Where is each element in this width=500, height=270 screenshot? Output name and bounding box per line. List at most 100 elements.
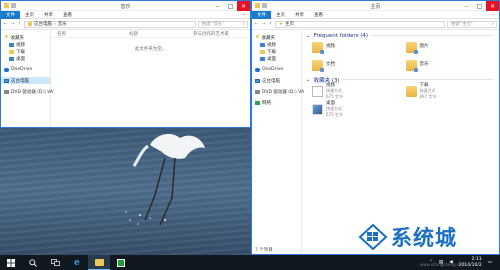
nav-item-downloads[interactable]: 下载 <box>1 48 50 55</box>
tab-view[interactable]: 查看 <box>58 11 77 19</box>
network-icon <box>255 100 260 105</box>
search-input[interactable]: 搜索"主页" ⌕ <box>447 20 497 28</box>
title-bar[interactable]: 音乐 – □ ✕ <box>1 1 250 11</box>
nav-item-label: OneDrive <box>262 67 284 72</box>
explorer-window-music[interactable]: 音乐 – □ ✕ 文件 主页 共享 查看 ⌄ ← → ↑ 这台电脑 › 音乐 搜… <box>0 0 251 128</box>
windows-logo-icon <box>7 258 15 267</box>
watermark-url: www.xitongcheng.com <box>420 262 466 267</box>
tab-share[interactable]: 共享 <box>39 11 58 19</box>
nav-item-label: 下载 <box>267 49 276 55</box>
nav-item-this-pc[interactable]: 这台电脑 <box>1 77 50 84</box>
favorite-tile-downloads[interactable]: 下载 快速方式 897 字节 <box>405 83 500 99</box>
folder-tile-videos[interactable]: 视频 <box>312 40 406 54</box>
up-arrow-icon[interactable]: ↑ <box>268 21 273 27</box>
start-button[interactable] <box>0 255 22 270</box>
back-arrow-icon[interactable]: ← <box>254 21 259 27</box>
music-folder-icon <box>405 59 418 72</box>
tab-view[interactable]: 查看 <box>309 11 328 19</box>
folder-tile-documents[interactable]: 文档 <box>312 58 406 72</box>
chevron-down-icon[interactable]: ⌄ <box>491 12 499 17</box>
maximize-button[interactable]: □ <box>224 1 237 11</box>
ie-taskbar-button[interactable]: e <box>66 255 88 270</box>
minimize-button[interactable]: – <box>211 1 224 11</box>
search-input[interactable]: 搜索"音乐" ⌕ <box>198 20 248 28</box>
tile-name: 图片 <box>419 44 429 50</box>
frequent-folders-header[interactable]: ⌄ Frequent folders (4) <box>302 31 499 40</box>
home-content[interactable]: ⌄ Frequent folders (4) 视频 图片 文档 音乐 ⌄ 收藏夹… <box>302 31 499 254</box>
desktop-folder-icon <box>9 56 14 61</box>
nav-item-desktop[interactable]: 桌面 <box>252 55 301 62</box>
navigation-pane: ★ 收藏夹 视频 下载 桌面 OneDrive 这台电脑 DVD 驱动器 (D:… <box>252 31 305 254</box>
column-artist[interactable]: 参与创作的艺术家 <box>187 31 229 37</box>
desktop-shortcut-icon <box>312 103 323 115</box>
breadcrumb-music[interactable]: 音乐 <box>58 21 67 27</box>
explorer-window-home[interactable]: 主页 – □ ✕ 文件 主页 共享 查看 ⌄ ← → ↑ ★ 主页 搜索"主页"… <box>251 0 500 255</box>
nav-item-onedrive[interactable]: OneDrive <box>1 66 50 73</box>
nav-item-label: 下载 <box>16 49 25 55</box>
nav-item-label: 桌面 <box>16 56 25 62</box>
nav-item-label: 这台电脑 <box>262 78 280 84</box>
star-icon: ★ <box>279 21 284 27</box>
ribbon-tabs: 文件 主页 共享 查看 ⌄ <box>252 10 499 19</box>
watermark: 系统城 <box>358 222 457 252</box>
task-view-button[interactable] <box>44 255 66 270</box>
nav-item-downloads[interactable]: 下载 <box>252 48 301 55</box>
tab-share[interactable]: 共享 <box>290 11 309 19</box>
tile-name: 视频 <box>326 44 335 50</box>
tile-size: 675 字节 <box>326 93 343 99</box>
forward-arrow-icon[interactable]: → <box>10 21 15 27</box>
file-list[interactable]: 名称 标题 参与创作的艺术家 此文件夹为空。 <box>51 31 250 127</box>
download-shortcut-icon <box>405 85 417 97</box>
store-icon <box>117 258 125 267</box>
nav-item-onedrive[interactable]: OneDrive <box>252 66 301 73</box>
nav-item-dvd-drive[interactable]: DVD 驱动器 (D:) VA <box>1 88 54 95</box>
video-folder-icon <box>312 41 324 54</box>
nav-item-favorites[interactable]: ★ 收藏夹 <box>252 34 301 41</box>
forward-arrow-icon[interactable]: → <box>261 21 266 27</box>
tab-home[interactable]: 主页 <box>20 11 39 19</box>
favorite-tile-desktop[interactable]: 桌面 快速方式 675 字节 <box>312 101 406 117</box>
close-button[interactable]: ✕ <box>486 1 499 11</box>
cloud-icon <box>255 67 260 72</box>
title-bar[interactable]: 主页 – □ ✕ <box>252 1 499 11</box>
star-icon: ★ <box>255 34 260 40</box>
tab-file[interactable]: 文件 <box>252 10 271 19</box>
computer-icon <box>4 78 9 83</box>
close-button[interactable]: ✕ <box>237 1 250 11</box>
search-icon: ⌕ <box>491 22 494 27</box>
column-title[interactable]: 标题 <box>123 31 187 37</box>
nav-item-videos[interactable]: 视频 <box>252 41 301 48</box>
chevron-down-icon: ⌄ <box>306 32 311 39</box>
nav-item-dvd-drive[interactable]: DVD 驱动器 (D:) VA <box>252 88 305 95</box>
nav-item-label: DVD 驱动器 (D:) VA <box>262 89 305 95</box>
minimize-button[interactable]: – <box>460 1 473 11</box>
navigation-pane: ★ 收藏夹 视频 下载 桌面 OneDrive 这台电脑 DVD 驱动器 (D:… <box>1 31 54 127</box>
breadcrumb-home[interactable]: 主页 <box>285 21 294 27</box>
nav-item-label: DVD 驱动器 (D:) VA <box>11 89 54 95</box>
search-button[interactable] <box>22 255 44 270</box>
up-arrow-icon[interactable]: ↑ <box>17 21 22 27</box>
nav-item-label: 视频 <box>16 42 25 48</box>
download-folder-icon <box>9 49 14 54</box>
store-taskbar-button[interactable] <box>110 255 132 270</box>
nav-item-favorites[interactable]: ★ 收藏夹 <box>1 34 50 41</box>
folder-tile-music[interactable]: 音乐 <box>405 58 500 72</box>
back-arrow-icon[interactable]: ← <box>3 21 8 27</box>
address-input[interactable]: 这台电脑 › 音乐 <box>24 20 196 28</box>
nav-item-desktop[interactable]: 桌面 <box>1 55 50 62</box>
tab-file[interactable]: 文件 <box>1 10 20 19</box>
nav-item-videos[interactable]: 视频 <box>1 41 50 48</box>
column-headers: 名称 标题 参与创作的艺术家 <box>51 31 250 38</box>
folder-tile-pictures[interactable]: 图片 <box>405 40 500 54</box>
nav-item-network[interactable]: 网络 <box>252 99 301 106</box>
nav-item-this-pc[interactable]: 这台电脑 <box>252 77 301 84</box>
column-name[interactable]: 名称 <box>51 31 109 37</box>
explorer-taskbar-button[interactable] <box>88 255 110 270</box>
breadcrumb-this-pc[interactable]: 这台电脑 <box>34 21 52 27</box>
tab-home[interactable]: 主页 <box>271 11 290 19</box>
notification-icon[interactable]: ▭ <box>488 260 492 265</box>
address-input[interactable]: ★ 主页 <box>275 20 445 28</box>
chevron-down-icon[interactable]: ⌄ <box>242 12 250 17</box>
favorite-tile-videos[interactable]: 视频 快速方式 675 字节 <box>312 83 406 99</box>
maximize-button[interactable]: □ <box>473 1 486 11</box>
